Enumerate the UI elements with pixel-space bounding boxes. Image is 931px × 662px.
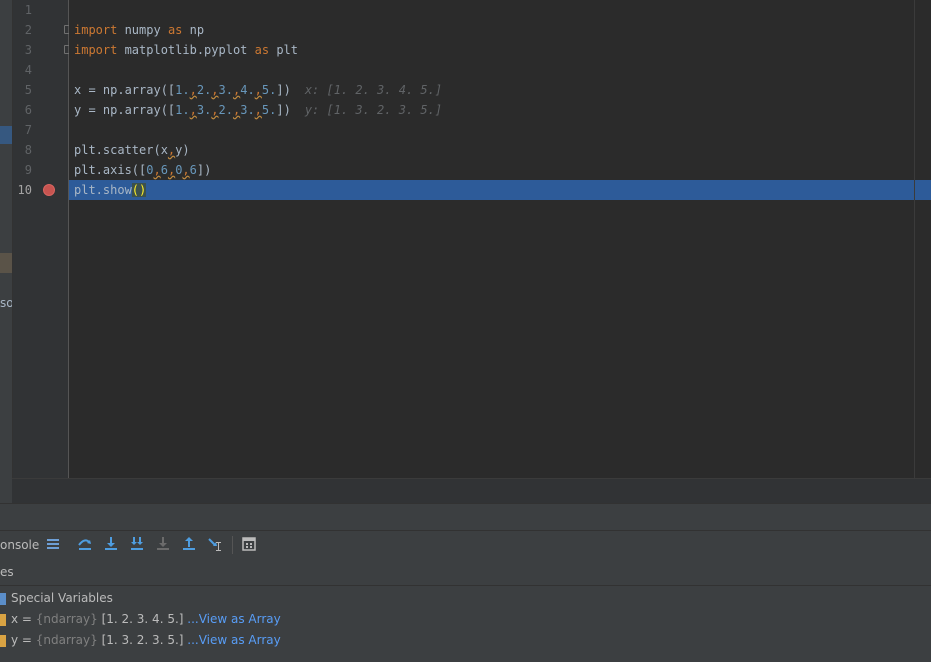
variable-row-x[interactable]: x = {ndarray} [1. 2. 3. 4. 5.] ...View a… (0, 609, 281, 629)
line-number: 5 (24, 83, 32, 97)
variable-value: [1. 2. 3. 4. 5.] (97, 612, 184, 626)
run-to-cursor-icon[interactable] (207, 536, 223, 552)
comma: , (189, 103, 197, 117)
comma: , (254, 83, 262, 97)
toolbar-separator (232, 536, 233, 554)
matched-paren: () (131, 183, 147, 197)
keyword: import (74, 43, 118, 57)
code-text: y = np.array([ (74, 103, 176, 117)
editor-gutter[interactable]: 1 2 3 4 5 6 7 8 9 10 (13, 0, 71, 478)
variables-header: es (0, 559, 931, 586)
code-line-9[interactable]: plt.axis([0,6,0,6]) (74, 160, 211, 180)
comma: , (254, 103, 262, 117)
variable-row-y[interactable]: y = {ndarray} [1. 3. 2. 3. 5.] ...View a… (0, 630, 281, 650)
number: 2. (196, 83, 212, 97)
variables-panel: Special Variables x = {ndarray} [1. 2. 3… (0, 586, 931, 662)
console-tab[interactable]: onsole (0, 538, 39, 552)
group-label: Special Variables (11, 591, 113, 605)
variable-type: {ndarray} (35, 633, 98, 647)
step-into-icon[interactable] (103, 536, 119, 552)
keyword: as (167, 23, 183, 37)
module-name: matplotlib.pyplot (117, 43, 255, 57)
view-as-array-link[interactable]: ...View as Array (183, 612, 280, 626)
number: 2. (218, 103, 233, 117)
module-name: numpy (117, 23, 168, 37)
line-number: 4 (24, 63, 32, 77)
variable-icon (0, 634, 6, 647)
inline-value-hint: y: [1. 3. 2. 3. 5.] (304, 103, 443, 117)
step-into-my-code-icon[interactable] (129, 536, 145, 552)
number: 4. (240, 83, 255, 97)
code-line-6[interactable]: y = np.array([1.,3.,2.,3.,5.]) y: [1. 3. … (74, 100, 442, 120)
force-step-into-icon[interactable] (155, 536, 171, 552)
tool-window-marker[interactable] (0, 126, 12, 144)
left-tool-strip: so (0, 0, 13, 503)
line-number: 2 (24, 23, 32, 37)
code-text: plt.show (74, 183, 132, 197)
step-over-icon[interactable] (77, 536, 93, 552)
code-text: plt.axis([ (74, 163, 147, 177)
inline-value-hint: x: [1. 2. 3. 4. 5.] (304, 83, 443, 97)
tool-window-label[interactable]: so (0, 296, 12, 310)
right-margin-guide (914, 0, 915, 478)
number: 5. (261, 103, 277, 117)
view-as-array-link[interactable]: ...View as Array (183, 633, 280, 647)
editor-horizontal-scrollbar[interactable] (12, 478, 931, 504)
code-line-2[interactable]: import numpy as np (74, 20, 204, 40)
execution-point-highlight: plt.show() (69, 180, 931, 200)
variable-value: [1. 3. 2. 3. 5.] (97, 633, 184, 647)
code-text: ]) (196, 163, 212, 177)
tool-window-header (0, 503, 931, 531)
breakpoint-icon[interactable] (43, 184, 55, 196)
number: 5. (261, 83, 277, 97)
evaluate-icon[interactable] (241, 536, 257, 552)
code-line-10[interactable]: plt.show() (74, 180, 147, 200)
number: 6 (189, 163, 197, 177)
code-line-5[interactable]: x = np.array([1.,2.,3.,4.,5.]) x: [1. 2. … (74, 80, 442, 100)
special-variables-node[interactable]: Special Variables (0, 588, 113, 608)
number: 1. (175, 83, 190, 97)
comma: , (211, 103, 219, 117)
comma: , (189, 83, 197, 97)
number: 1. (175, 103, 190, 117)
line-number: 6 (24, 103, 32, 117)
equals: = (18, 612, 36, 626)
code-text: x = np.array([ (74, 83, 176, 97)
code-line-8[interactable]: plt.scatter(x,y) (74, 140, 190, 160)
keyword: import (74, 23, 118, 37)
keyword: as (254, 43, 270, 57)
line-number: 1 (24, 3, 32, 17)
number: 3. (218, 83, 233, 97)
comma: , (153, 163, 161, 177)
code-editor[interactable]: import numpy as np import matplotlib.pyp… (69, 0, 914, 478)
tool-window-marker-2[interactable] (0, 253, 12, 273)
comma: , (211, 83, 219, 97)
line-number: 7 (24, 123, 32, 137)
variables-group-icon (0, 592, 6, 605)
threads-icon[interactable] (45, 536, 61, 552)
code-text: plt.scatter(x (74, 143, 168, 157)
line-number: 9 (24, 163, 32, 177)
code-text: ]) (276, 103, 291, 117)
line-number: 3 (24, 43, 32, 57)
code-text: ]) (276, 83, 291, 97)
code-line-3[interactable]: import matplotlib.pyplot as plt (74, 40, 298, 60)
equals: = (18, 633, 36, 647)
number: 3. (196, 103, 212, 117)
variable-type: {ndarray} (35, 612, 98, 626)
debug-toolbar: onsole (0, 530, 931, 560)
variables-tab[interactable]: es (0, 565, 14, 579)
code-text: y) (175, 143, 190, 157)
variable-icon (0, 613, 6, 626)
alias: plt (269, 43, 298, 57)
number: 3. (240, 103, 255, 117)
number: 6 (160, 163, 168, 177)
ide-window: so 1 2 3 4 5 6 7 8 9 10 import numpy as … (0, 0, 931, 662)
alias: np (182, 23, 205, 37)
comma: , (182, 163, 190, 177)
line-number: 8 (24, 143, 32, 157)
current-line-number: 10 (17, 183, 32, 197)
step-out-icon[interactable] (181, 536, 197, 552)
